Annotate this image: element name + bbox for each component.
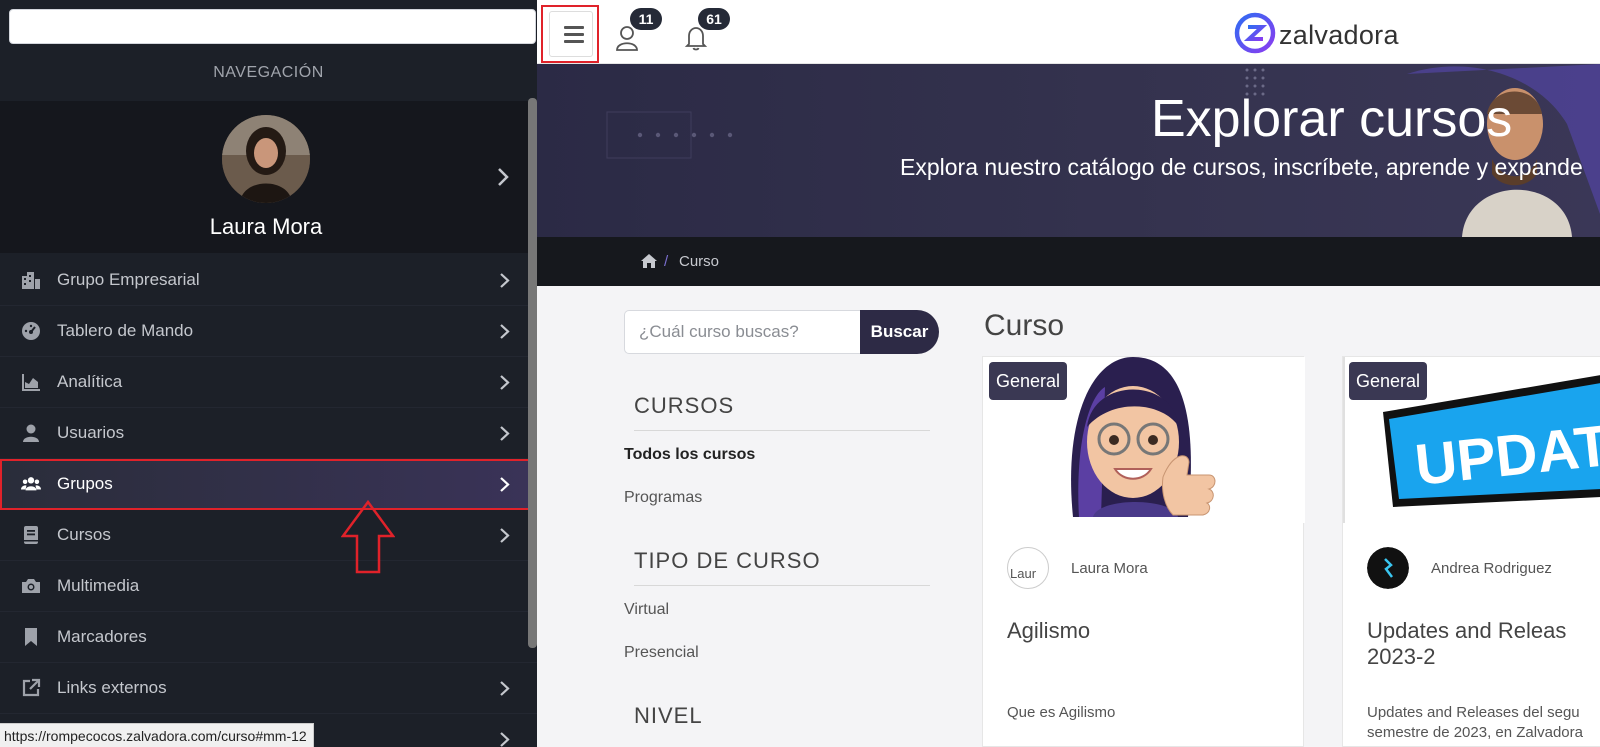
chevron-right-icon <box>500 681 510 696</box>
sidebar-scrollbar[interactable] <box>528 98 537 648</box>
course-card-updates[interactable]: UPDATE General Andrea Rodriguez Updates … <box>1342 356 1600 747</box>
sidebar: NAVEGACIÓN Laura Mora Grupo Empresarial … <box>0 0 537 747</box>
chevron-right-icon <box>500 528 510 543</box>
chart-area-icon <box>22 374 40 391</box>
sidebar-item-grupos[interactable]: Grupos <box>0 459 537 510</box>
breadcrumb-separator: / <box>664 253 669 270</box>
course-title-line: Updates and Releas <box>1367 618 1567 643</box>
author-name: Laura Mora <box>1071 560 1148 577</box>
dashboard-icon <box>22 322 40 340</box>
course-description-line: Updates and Releases del segu <box>1367 704 1580 721</box>
sidebar-item-label: Links externos <box>57 678 167 697</box>
logo-text: zalvadora <box>1279 20 1399 50</box>
cursos-heading: CURSOS <box>634 393 735 418</box>
sidebar-item-label: Marcadores <box>57 627 147 646</box>
user-profile[interactable]: Laura Mora <box>0 101 537 253</box>
sidebar-item-tablero-de-mando[interactable]: Tablero de Mando <box>0 306 537 357</box>
course-image: General <box>983 357 1305 523</box>
author-avatar: Laur <box>1007 547 1049 589</box>
sidebar-item-label: Grupos <box>57 474 113 493</box>
course-description-line: semestre de 2023, en Zalvadora <box>1367 724 1583 741</box>
sidebar-item-label: Usuarios <box>57 423 125 442</box>
camera-icon <box>22 579 40 593</box>
sidebar-item-label: Multimedia <box>57 576 140 595</box>
chevron-right-icon <box>500 324 510 339</box>
divider <box>634 430 930 431</box>
hamburger-menu-button[interactable] <box>541 5 599 63</box>
course-description: Que es Agilismo <box>1007 704 1116 721</box>
breadcrumb-current: Curso <box>679 253 720 270</box>
sidebar-item-links-externos[interactable]: Links externos <box>0 663 537 714</box>
filter-virtual[interactable]: Virtual <box>624 601 669 619</box>
sidebar-item-multimedia[interactable]: Multimedia <box>0 561 537 612</box>
sidebar-search-input[interactable] <box>9 9 536 44</box>
navigation-title: NAVEGACIÓN <box>213 64 324 81</box>
sidebar-item-cursos[interactable]: Cursos <box>0 510 537 561</box>
course-title[interactable]: Agilismo <box>1007 618 1090 644</box>
users-icon <box>21 477 41 491</box>
chevron-right-icon <box>500 375 510 390</box>
users-count-badge: 11 <box>630 8 662 30</box>
chevron-right-icon[interactable] <box>497 167 509 187</box>
author-avatar <box>1367 547 1409 589</box>
nivel-heading: NIVEL <box>634 703 703 728</box>
avatar[interactable] <box>222 115 310 203</box>
author-name: Andrea Rodriguez <box>1431 560 1552 577</box>
course-title-line: 2023-2 <box>1367 644 1436 669</box>
chevron-right-icon <box>500 273 510 288</box>
hero-subtitle: Explora nuestro catálogo de cursos, insc… <box>900 154 1583 180</box>
status-bar-url: https://rompecocos.zalvadora.com/curso#m… <box>0 723 314 747</box>
course-search-input[interactable]: ¿Cuál curso buscas? <box>624 310 862 354</box>
course-title[interactable]: Updates and Releas 2023-2 <box>1367 618 1566 670</box>
annotation-arrow-up-icon <box>341 500 395 574</box>
book-icon <box>24 526 38 544</box>
course-description: Updates and Releases del segu semestre d… <box>1367 703 1583 743</box>
sidebar-item-analitica[interactable]: Analítica <box>0 357 537 408</box>
chevron-right-icon <box>500 426 510 441</box>
sidebar-item-label: Cursos <box>57 525 111 544</box>
building-icon <box>22 272 40 289</box>
course-card-agilismo[interactable]: General Laur Laura Mora Agilismo Que es … <box>982 356 1305 747</box>
chevron-right-icon <box>500 732 510 747</box>
sidebar-item-usuarios[interactable]: Usuarios <box>0 408 537 459</box>
sidebar-menu: Grupo Empresarial Tablero de Mando Analí… <box>0 255 537 747</box>
page-title: Curso <box>984 309 1065 342</box>
tipo-de-curso-heading: TIPO DE CURSO <box>634 548 821 573</box>
hamburger-icon <box>549 11 593 57</box>
category-badge: General <box>1349 362 1428 400</box>
profile-name: Laura Mora <box>209 214 323 239</box>
sidebar-item-label: Tablero de Mando <box>57 321 194 340</box>
home-icon[interactable] <box>640 253 658 269</box>
user-icon <box>23 424 39 442</box>
category-badge: General <box>989 362 1068 400</box>
divider <box>634 585 930 586</box>
external-link-icon <box>22 678 41 697</box>
filter-todos-los-cursos[interactable]: Todos los cursos <box>624 446 755 464</box>
search-button[interactable]: Buscar <box>860 310 939 354</box>
author-avatar-alt-text: Laur <box>1010 566 1037 581</box>
filter-presencial[interactable]: Presencial <box>624 644 699 662</box>
filter-programas[interactable]: Programas <box>624 489 702 507</box>
sidebar-item-grupo-empresarial[interactable]: Grupo Empresarial <box>0 255 537 306</box>
bookmark-icon <box>25 628 37 646</box>
sidebar-item-label: Grupo Empresarial <box>57 270 200 289</box>
chevron-right-icon <box>500 477 510 492</box>
notifications-count-badge: 61 <box>698 8 730 30</box>
sidebar-item-marcadores[interactable]: Marcadores <box>0 612 537 663</box>
hero-title: Explorar cursos <box>1151 90 1513 148</box>
sidebar-item-label: Analítica <box>57 372 123 391</box>
course-image: UPDATE General <box>1343 357 1600 523</box>
